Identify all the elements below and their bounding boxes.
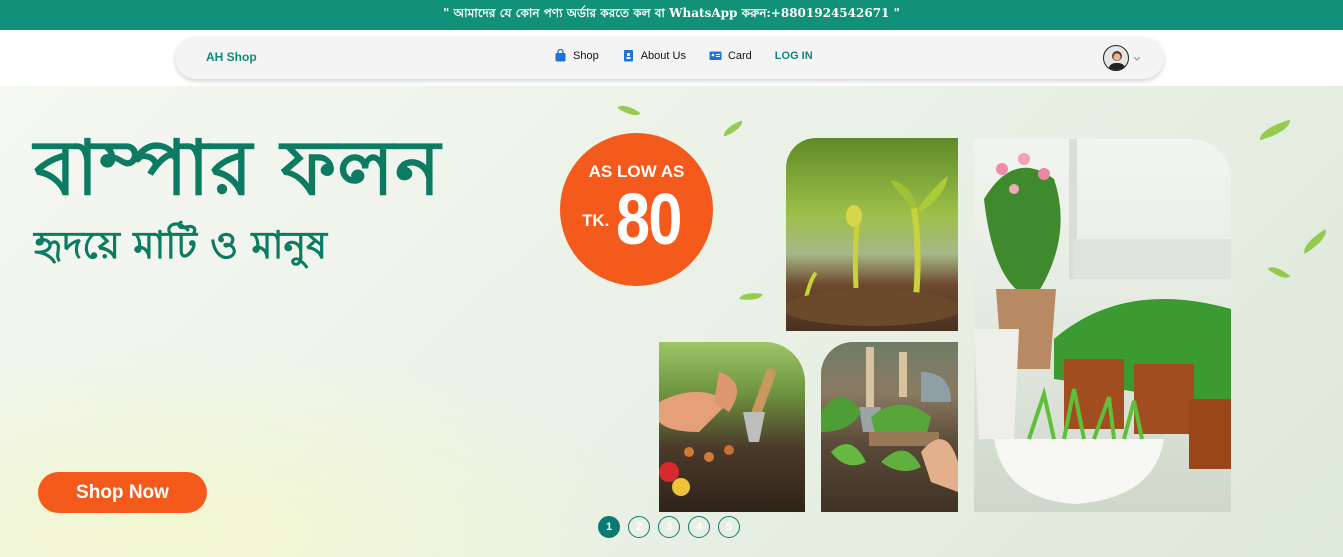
leaf-decoration — [1267, 261, 1291, 284]
slide-dot-3[interactable]: 3 — [658, 516, 680, 538]
nav-card-label: Card — [727, 49, 752, 62]
badge-amount: 80 — [616, 180, 682, 260]
price-badge: AS LOW AS TK. 80 — [560, 133, 713, 286]
badge-prefix: TK. — [582, 211, 610, 230]
id-card-icon — [709, 49, 722, 62]
navbar: AH Shop Shop About Us Card LOG IN — [175, 37, 1164, 79]
announcement-bar: " আমাদের যে কোন পণ্য অর্ডার করতে কল বা W… — [0, 0, 1343, 30]
hero-banner: বাম্পার ফলন হৃদয়ে মাটি ও মানুষ AS LOW A… — [0, 86, 1343, 557]
gardening-hands-photo — [659, 342, 805, 512]
nav-shop[interactable]: Shop — [554, 48, 599, 62]
chevron-down-icon — [1133, 49, 1141, 67]
slide-dot-5[interactable]: 5 — [718, 516, 740, 538]
nav-about-label: About Us — [640, 49, 686, 62]
nav-shop-label: Shop — [573, 49, 599, 62]
leaf-decoration — [721, 120, 745, 137]
user-avatar-icon — [1103, 45, 1129, 71]
badge-line1: AS LOW AS — [588, 162, 685, 181]
announcement-text: " আমাদের যে কোন পণ্য অর্ডার করতে কল বা W… — [443, 6, 900, 20]
login-link[interactable]: LOG IN — [775, 50, 813, 62]
nav-card[interactable]: Card — [709, 49, 752, 62]
seedlings-photo — [786, 138, 958, 331]
leaf-decoration — [739, 290, 763, 303]
nav-about-us[interactable]: About Us — [622, 49, 686, 62]
user-menu[interactable] — [1103, 45, 1141, 71]
potted-plants-photo — [974, 139, 1231, 512]
slide-dot-2[interactable]: 2 — [628, 516, 650, 538]
shop-now-button[interactable]: Shop Now — [38, 472, 207, 513]
slider-pagination: 1 2 3 4 5 — [598, 516, 748, 538]
header: AH Shop Shop About Us Card LOG IN — [0, 30, 1343, 86]
nav-links: Shop About Us Card LOG IN — [554, 48, 813, 62]
garden-tools-photo — [821, 342, 958, 512]
brand-logo[interactable]: AH Shop — [206, 50, 257, 64]
shopping-bag-icon — [554, 48, 567, 62]
leaf-decoration — [617, 100, 641, 121]
slide-dot-4[interactable]: 4 — [688, 516, 710, 538]
document-user-icon — [622, 49, 635, 62]
hero-subtitle: হৃদয়ে মাটি ও মানুষ — [34, 223, 328, 267]
leaf-decoration — [1299, 229, 1331, 254]
slide-dot-1[interactable]: 1 — [598, 516, 620, 538]
leaf-decoration — [1257, 119, 1293, 141]
